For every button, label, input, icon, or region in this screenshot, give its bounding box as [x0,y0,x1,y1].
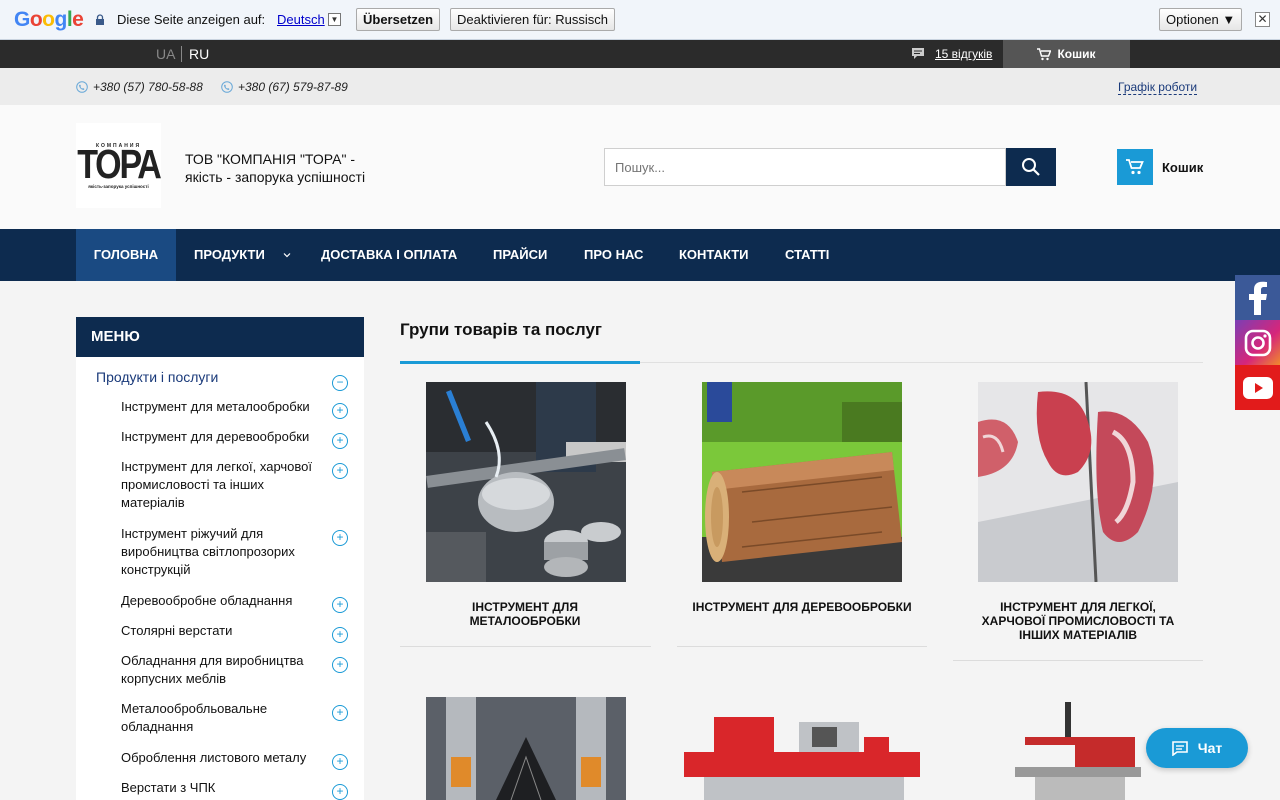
card-image-metalworking[interactable] [426,382,626,582]
expand-icon[interactable]: + [332,463,348,479]
expand-icon[interactable]: + [332,705,348,721]
header-cart-button[interactable] [1117,149,1153,185]
card-image-cutting-tools[interactable] [426,697,626,800]
youtube-icon [1242,376,1273,399]
collapse-icon[interactable]: − [332,375,348,391]
expand-icon[interactable]: + [332,403,348,419]
site-header: КОМПАНИЯ ТОРА якість-запорука успішності… [0,105,1280,229]
expand-icon[interactable]: + [332,784,348,800]
lang-ua-link[interactable]: UA [156,46,175,62]
meat-cutting-image [978,382,1178,582]
google-logo: Google [14,8,84,31]
chat-icon [1171,740,1188,756]
sidebar-item-metalworking-equipment[interactable]: Металообробльовальне обладнання [121,700,321,736]
youtube-button[interactable] [1235,365,1280,410]
nav-delivery[interactable]: ДОСТАВКА І ОПЛАТА [321,229,457,281]
facebook-icon [1248,281,1267,315]
main-nav: ГОЛОВНА ПРОДУКТИ ДОСТАВКА І ОПЛАТА ПРАЙС… [0,229,1280,281]
nav-prices[interactable]: ПРАЙСИ [493,229,547,281]
phone-2-number: +380 (67) 579-87-89 [238,80,348,94]
translate-language-link[interactable]: Deutsch [277,12,325,27]
wood-log-image [702,382,902,582]
instagram-icon [1244,329,1271,356]
language-dropdown-icon[interactable]: ▼ [328,13,341,26]
card-title-food-industry[interactable]: ІНСТРУМЕНТ ДЛЯ ЛЕГКОЇ, ХАРЧОВОЇ ПРОМИСЛО… [968,600,1188,642]
card-image-food-industry[interactable] [978,382,1178,582]
phone-bar: +380 (57) 780-58-88 +380 (67) 579-87-89 … [0,68,1280,105]
chat-label: Чат [1197,740,1223,756]
chat-button[interactable]: Чат [1146,728,1248,768]
top-bar: UA RU 15 відгуків Кошик [0,40,1280,68]
schedule-link[interactable]: Графік роботи [1118,80,1198,95]
logo-main-text: ТОРА [77,141,162,188]
instagram-button[interactable] [1235,320,1280,365]
search-button[interactable] [1006,148,1056,186]
card-title-metalworking[interactable]: ІНСТРУМЕНТ ДЛЯ МЕТАЛООБРОБКИ [415,600,635,628]
card-image-woodworking-equipment[interactable] [684,697,920,800]
title-accent-line [400,361,640,364]
header-cart-label[interactable]: Кошик [1162,160,1203,175]
nav-articles[interactable]: СТАТТІ [785,229,829,281]
phone-1[interactable]: +380 (57) 780-58-88 [76,80,203,94]
nav-home[interactable]: ГОЛОВНА [76,229,176,281]
sidebar-item-metalworking-tools[interactable]: Інструмент для металообробки [121,398,321,416]
sidebar-item-furniture-equipment[interactable]: Обладнання для виробництва корпусних меб… [121,652,321,688]
expand-icon[interactable]: + [332,754,348,770]
reviews-link[interactable]: 15 відгуків [935,47,992,61]
disable-translate-button[interactable]: Deaktivieren für: Russisch [450,8,615,31]
translate-prompt: Diese Seite anzeigen auf: [117,12,266,27]
expand-icon[interactable]: + [332,433,348,449]
sidebar-item-cnc-machines[interactable]: Верстати з ЧПК [121,779,321,797]
expand-icon[interactable]: + [332,657,348,673]
phone-icon [76,81,88,93]
close-icon[interactable]: ✕ [1255,12,1270,27]
comment-icon [912,48,924,59]
translate-button[interactable]: Übersetzen [356,8,441,31]
expand-icon[interactable]: + [332,530,348,546]
sidebar-item-sheet-metal[interactable]: Оброблення листового металу [121,749,321,767]
content-title: Групи товарів та послуг [400,320,602,339]
search-input[interactable] [604,148,1006,186]
facebook-button[interactable] [1235,275,1280,320]
nav-products[interactable]: ПРОДУКТИ [194,229,265,281]
phone-1-number: +380 (57) 780-58-88 [93,80,203,94]
sidebar-item-cutting-tools[interactable]: Інструмент ріжучий для виробництва світл… [121,525,321,579]
card-divider [677,646,927,647]
phone-2[interactable]: +380 (67) 579-87-89 [221,80,348,94]
lang-ru-link[interactable]: RU [189,46,209,62]
sidebar-item-joinery-machines[interactable]: Столярні верстати [121,622,321,640]
company-slogan: ТОВ "КОМПАНІЯ "ТОРА" - якість - запорука… [185,151,366,185]
lang-divider [181,46,182,62]
cart-icon [1126,159,1144,175]
card-image-metalworking-equipment[interactable] [1015,697,1141,800]
cutting-tool-image [426,697,626,800]
card-image-woodworking[interactable] [702,382,902,582]
card-divider [953,660,1203,661]
woodworking-machine-image [684,697,920,800]
top-cart-label: Кошик [1057,47,1096,61]
chevron-down-icon[interactable] [283,251,291,259]
metal-cutting-image [426,382,626,582]
sidebar-item-woodworking-equipment[interactable]: Деревообробне обладнання [121,592,321,610]
sidebar-header: МЕНЮ [76,317,364,357]
lock-icon [96,14,104,25]
top-cart-button[interactable]: Кошик [1003,40,1130,68]
expand-icon[interactable]: + [332,627,348,643]
options-button[interactable]: Optionen ▼ [1159,8,1243,31]
sidebar-root-item[interactable]: Продукти і послуги [96,369,218,385]
search-icon [1022,158,1040,176]
company-logo[interactable]: КОМПАНИЯ ТОРА якість-запорука успішності [76,123,162,208]
cart-icon [1037,47,1052,60]
card-title-woodworking[interactable]: ІНСТРУМЕНТ ДЛЯ ДЕРЕВООБРОБКИ [692,600,912,614]
sidebar-menu: МЕНЮ Продукти і послуги − Інструмент для… [76,317,364,800]
sidebar-item-food-industry-tools[interactable]: Інструмент для легкої, харчової промисло… [121,458,321,512]
band-saw-image [1015,697,1141,800]
card-divider [400,646,651,647]
nav-contacts[interactable]: КОНТАКТИ [679,229,749,281]
expand-icon[interactable]: + [332,597,348,613]
nav-about[interactable]: ПРО НАС [584,229,643,281]
phone-icon [221,81,233,93]
translate-bar: Google Diese Seite anzeigen auf: Deutsch… [0,0,1280,40]
sidebar-item-woodworking-tools[interactable]: Інструмент для деревообробки [121,428,321,446]
